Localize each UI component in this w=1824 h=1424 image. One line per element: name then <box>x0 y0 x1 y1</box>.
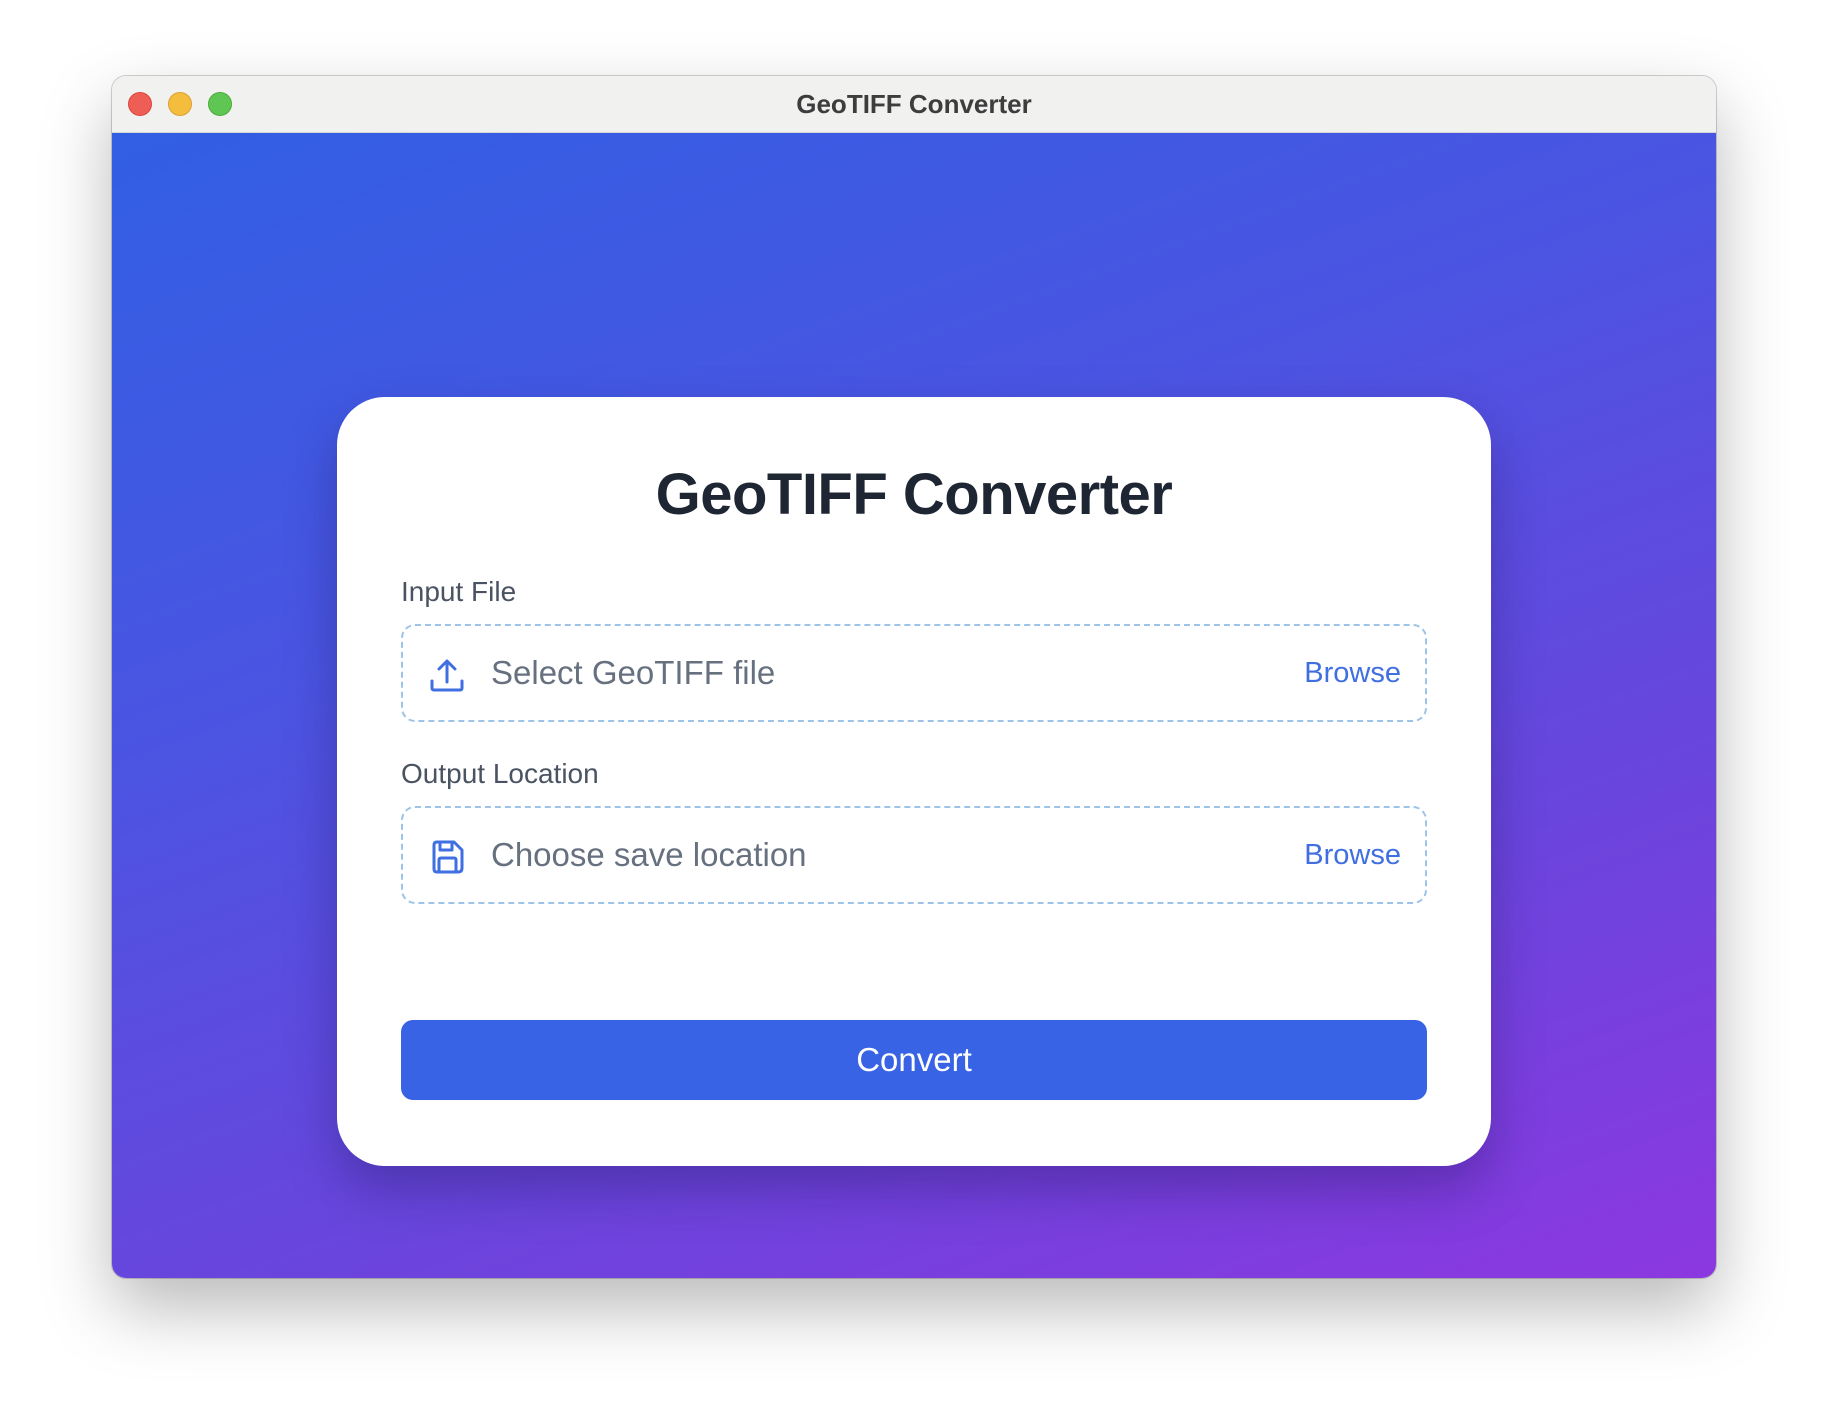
output-location-label: Output Location <box>401 758 599 789</box>
upload-icon <box>430 659 464 692</box>
page-title: GeoTIFF Converter <box>655 462 1173 527</box>
output-location-dropzone[interactable]: Choose save location Browse <box>401 806 1427 904</box>
input-file-dropzone[interactable]: Select GeoTIFF file Browse <box>401 624 1427 722</box>
converter-card: GeoTIFF Converter Input File Select GeoT… <box>337 397 1491 1166</box>
app-content: GeoTIFF Converter Input File Select GeoT… <box>112 133 1716 1278</box>
input-file-browse-link[interactable]: Browse <box>1304 626 1401 720</box>
output-location-placeholder: Choose save location <box>491 836 807 873</box>
input-file-placeholder: Select GeoTIFF file <box>491 654 776 691</box>
save-icon <box>432 840 464 874</box>
window-title: GeoTIFF Converter <box>796 89 1032 119</box>
output-location-browse-link[interactable]: Browse <box>1304 808 1401 902</box>
input-file-label: Input File <box>401 576 517 607</box>
title-bar[interactable]: GeoTIFF Converter <box>112 76 1716 133</box>
convert-button[interactable]: Convert <box>401 1020 1427 1100</box>
app-window: GeoTIFF Converter GeoTIFF Converter Inpu… <box>112 76 1716 1278</box>
